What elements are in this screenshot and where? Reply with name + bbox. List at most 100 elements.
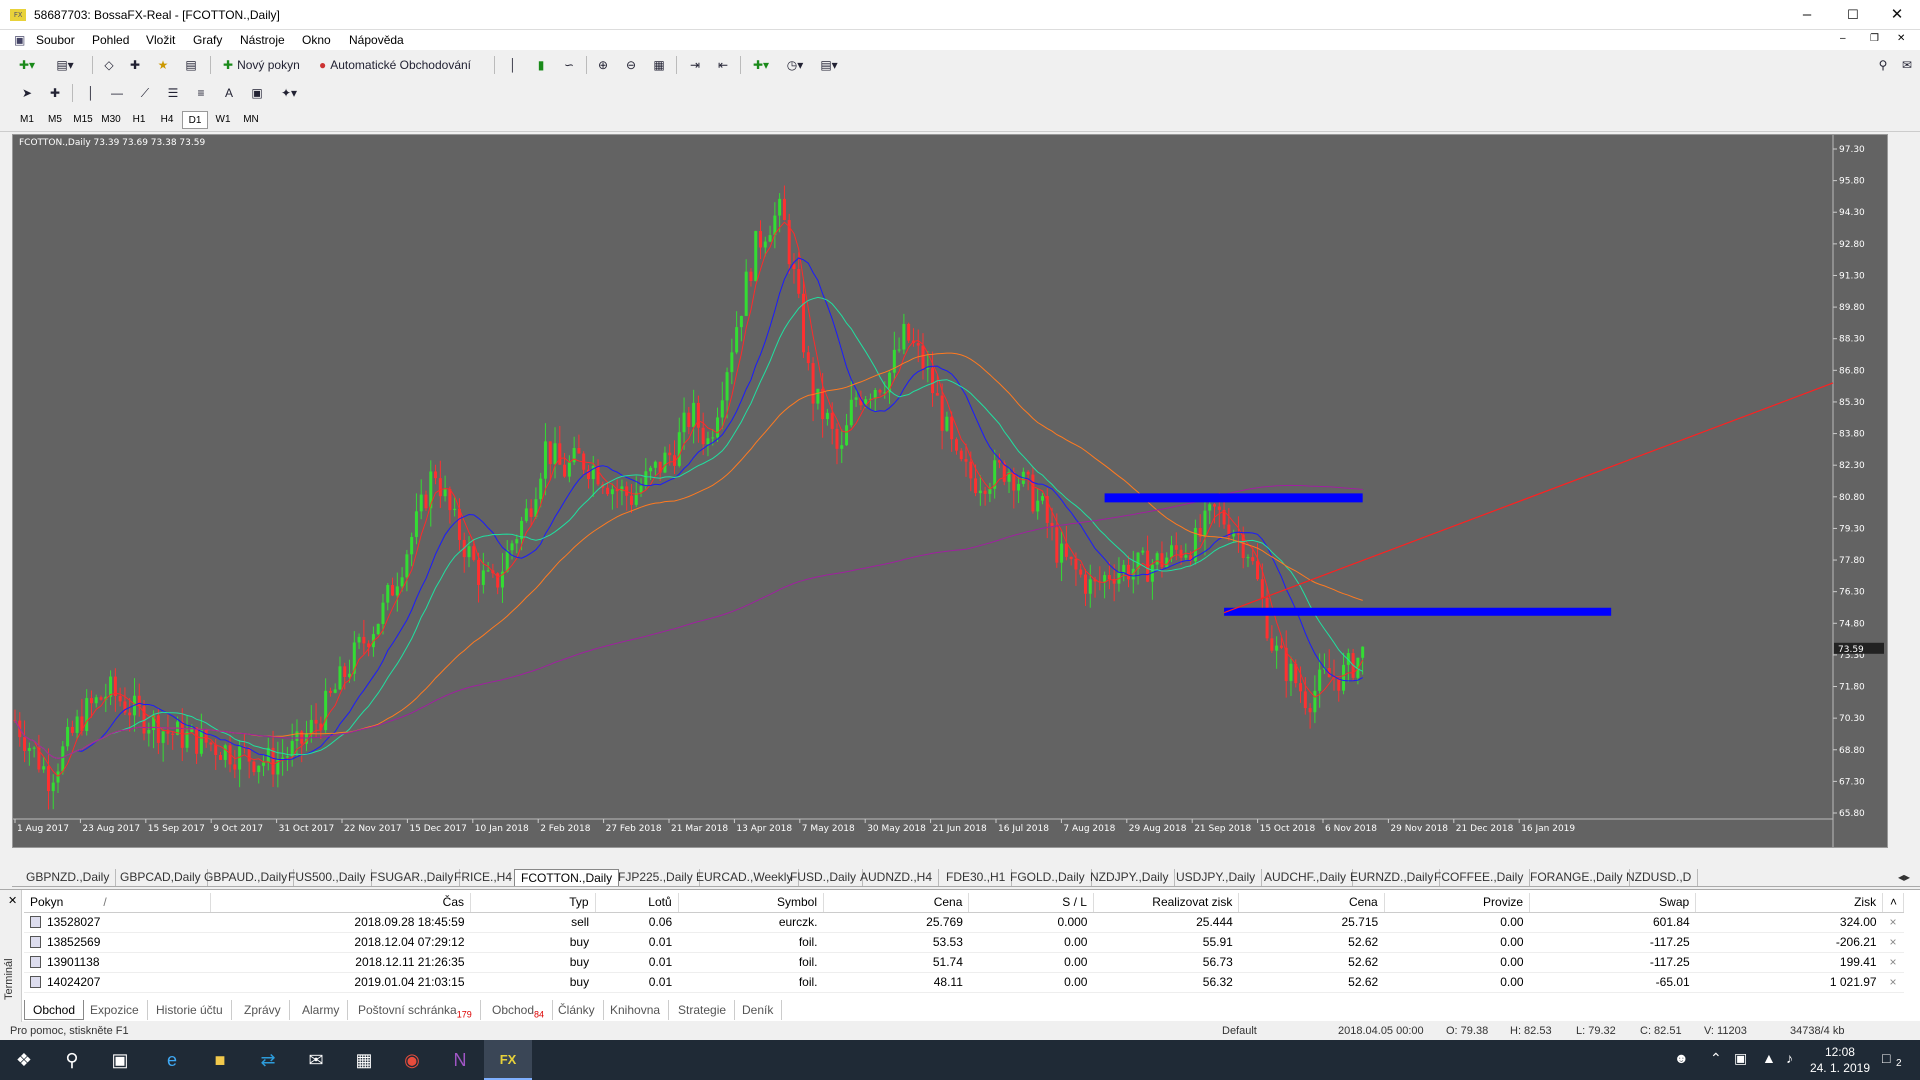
search-icon[interactable]: ⚲	[1872, 55, 1894, 75]
child-close-icon[interactable]: ✕	[1897, 33, 1905, 44]
periods-icon[interactable]: ◷▾	[780, 55, 810, 75]
tf-d1[interactable]: D1	[182, 111, 208, 129]
auto-trading-button[interactable]: ● Automatické Obchodování	[314, 55, 476, 75]
channel-icon[interactable]: ☰	[162, 83, 184, 103]
bar-chart-icon[interactable]: │	[502, 55, 524, 75]
terminal-tab[interactable]: Obchod84	[484, 1000, 554, 1020]
tf-m15[interactable]: M15	[70, 111, 96, 129]
people-icon[interactable]: ☻	[1674, 1050, 1689, 1066]
new-order-button[interactable]: ✚ Nový pokyn	[218, 55, 305, 75]
order-row[interactable]: 13528027 2018.09.28 18:45:59 sell 0.06 eurcz…	[24, 912, 1904, 933]
tf-w1[interactable]: W1	[210, 111, 236, 129]
chart-tab[interactable]: AUDCHF.,Daily	[1258, 869, 1354, 886]
terminal-tab[interactable]: Knihovna	[602, 1000, 670, 1020]
child-restore-icon[interactable]: ❐	[1870, 33, 1879, 44]
terminal-tab[interactable]: Expozice	[82, 1000, 148, 1020]
market-watch-icon[interactable]: ◇	[98, 55, 120, 75]
tab-scroll-icon[interactable]: ◂▸	[1892, 869, 1916, 886]
onenote-icon[interactable]: N	[436, 1040, 484, 1080]
tf-h1[interactable]: H1	[126, 111, 152, 129]
terminal-icon[interactable]: ▤	[180, 55, 202, 75]
chart-tab[interactable]: EURNZD.,Daily	[1344, 869, 1441, 886]
terminal-tab[interactable]: Strategie	[670, 1000, 736, 1020]
terminal-tab[interactable]: Alarmy	[294, 1000, 349, 1020]
minimize-button[interactable]: –	[1784, 0, 1830, 30]
document-icon[interactable]: ▣	[14, 33, 25, 47]
volume-icon[interactable]: ♪	[1786, 1050, 1793, 1066]
tf-mn[interactable]: MN	[238, 111, 264, 129]
chart-tab[interactable]: FUSD.,Daily	[784, 869, 864, 886]
tile-windows-icon[interactable]: ▦	[648, 55, 670, 75]
network-icon[interactable]: ▣	[1734, 1050, 1747, 1067]
menu-nastroje[interactable]: Nástroje	[240, 33, 285, 47]
new-chart-icon[interactable]: ✚▾	[16, 55, 38, 75]
orders-column-header[interactable]: Swap	[1529, 893, 1697, 913]
text-tool-icon[interactable]: A	[218, 83, 240, 103]
fx-terminal-icon[interactable]: FX	[484, 1040, 532, 1080]
terminal-tab[interactable]: Historie účtu	[148, 1000, 232, 1020]
orders-scroll-up-icon[interactable]: ˄	[1882, 893, 1904, 913]
chart-shift-icon[interactable]: ⇤	[712, 55, 734, 75]
menu-soubor[interactable]: Soubor	[36, 33, 75, 47]
autoscroll-icon[interactable]: ⇥	[684, 55, 706, 75]
edge-icon[interactable]: e	[148, 1040, 196, 1080]
chart-tab[interactable]: FDE30.,H1	[940, 869, 1013, 886]
tf-m1[interactable]: M1	[14, 111, 40, 129]
maximize-button[interactable]: ☐	[1830, 0, 1876, 30]
zoom-out-icon[interactable]: ⊖	[620, 55, 642, 75]
clock[interactable]: 12:08 24. 1. 2019	[1810, 1044, 1870, 1076]
tf-m30[interactable]: M30	[98, 111, 124, 129]
navigator-icon[interactable]: ★	[152, 55, 174, 75]
data-window-icon[interactable]: ✚	[124, 55, 146, 75]
cursor-icon[interactable]: ➤	[16, 83, 38, 103]
close-order-icon[interactable]: ×	[1882, 952, 1904, 973]
chart-tab[interactable]: FORANGE.,Daily	[1524, 869, 1630, 886]
crosshair-icon[interactable]: ✚	[44, 83, 66, 103]
orders-column-header[interactable]: Lotů	[595, 893, 679, 913]
menu-grafy[interactable]: Grafy	[193, 33, 222, 47]
terminal-tab[interactable]: Poštovní schránka179	[350, 1000, 481, 1020]
chat-icon[interactable]: ✉	[1896, 55, 1918, 75]
fibonacci-icon[interactable]: ≡	[190, 83, 212, 103]
menu-vlozit[interactable]: Vložit	[146, 33, 175, 47]
orders-column-header[interactable]: Typ	[470, 893, 596, 913]
chart-tab[interactable]: FSUGAR.,Daily	[364, 869, 461, 886]
indicators-icon[interactable]: ✚▾	[746, 55, 776, 75]
shapes-icon[interactable]: ✦▾	[274, 83, 304, 103]
line-chart-icon[interactable]: ∽	[558, 55, 580, 75]
close-order-icon[interactable]: ×	[1882, 972, 1904, 993]
zoom-in-icon[interactable]: ⊕	[592, 55, 614, 75]
tf-m5[interactable]: M5	[42, 111, 68, 129]
orders-column-header[interactable]: Provize	[1384, 893, 1531, 913]
orders-column-header[interactable]: S / L	[968, 893, 1094, 913]
close-order-icon[interactable]: ×	[1882, 932, 1904, 953]
terminal-tab[interactable]: Deník	[734, 1000, 783, 1020]
orders-column-header[interactable]: Pokyn /	[24, 893, 212, 913]
teamviewer-icon[interactable]: ⇄	[244, 1040, 292, 1080]
menu-pohled[interactable]: Pohled	[92, 33, 129, 47]
chart-tab[interactable]: AUDNZD.,H4	[854, 869, 940, 886]
order-row[interactable]: 14024207 2019.01.04 21:03:15 buy 0.01 foil. 4…	[24, 972, 1904, 993]
candlestick-icon[interactable]: ▮	[530, 55, 552, 75]
chart-tab[interactable]: GBPNZD.,Daily	[20, 869, 117, 886]
notifications-icon[interactable]: □	[1882, 1050, 1890, 1066]
price-chart[interactable]: 97.30 95.80 94.30 92.80 91.30 89.80 88.30 86.80…	[12, 134, 1888, 848]
search-taskbar-icon[interactable]: ⚲	[48, 1040, 96, 1080]
chart-tab[interactable]: GBPCAD,Daily	[114, 869, 208, 886]
horizontal-line-icon[interactable]: —	[106, 83, 128, 103]
start-icon[interactable]: ❖	[0, 1040, 48, 1080]
order-row[interactable]: 13901138 2018.12.11 21:26:35 buy 0.01 foil. 5…	[24, 952, 1904, 973]
tf-h4[interactable]: H4	[154, 111, 180, 129]
close-button[interactable]: ✕	[1874, 0, 1920, 30]
orders-column-header[interactable]: Cena	[1238, 893, 1385, 913]
close-order-icon[interactable]: ×	[1882, 912, 1904, 933]
orders-column-header[interactable]: Symbol	[678, 893, 825, 913]
mail-icon[interactable]: ✉	[292, 1040, 340, 1080]
menu-napoveda[interactable]: Nápověda	[349, 33, 404, 47]
orders-column-header[interactable]: Cena	[823, 893, 970, 913]
defender-icon[interactable]: ▲	[1762, 1050, 1776, 1066]
terminal-tab[interactable]: Články	[550, 1000, 604, 1020]
child-minimize-icon[interactable]: –	[1840, 33, 1846, 44]
chart-tab[interactable]: GBPAUD.,Daily	[198, 869, 295, 886]
tray-chevron-icon[interactable]: ⌃	[1710, 1050, 1722, 1067]
